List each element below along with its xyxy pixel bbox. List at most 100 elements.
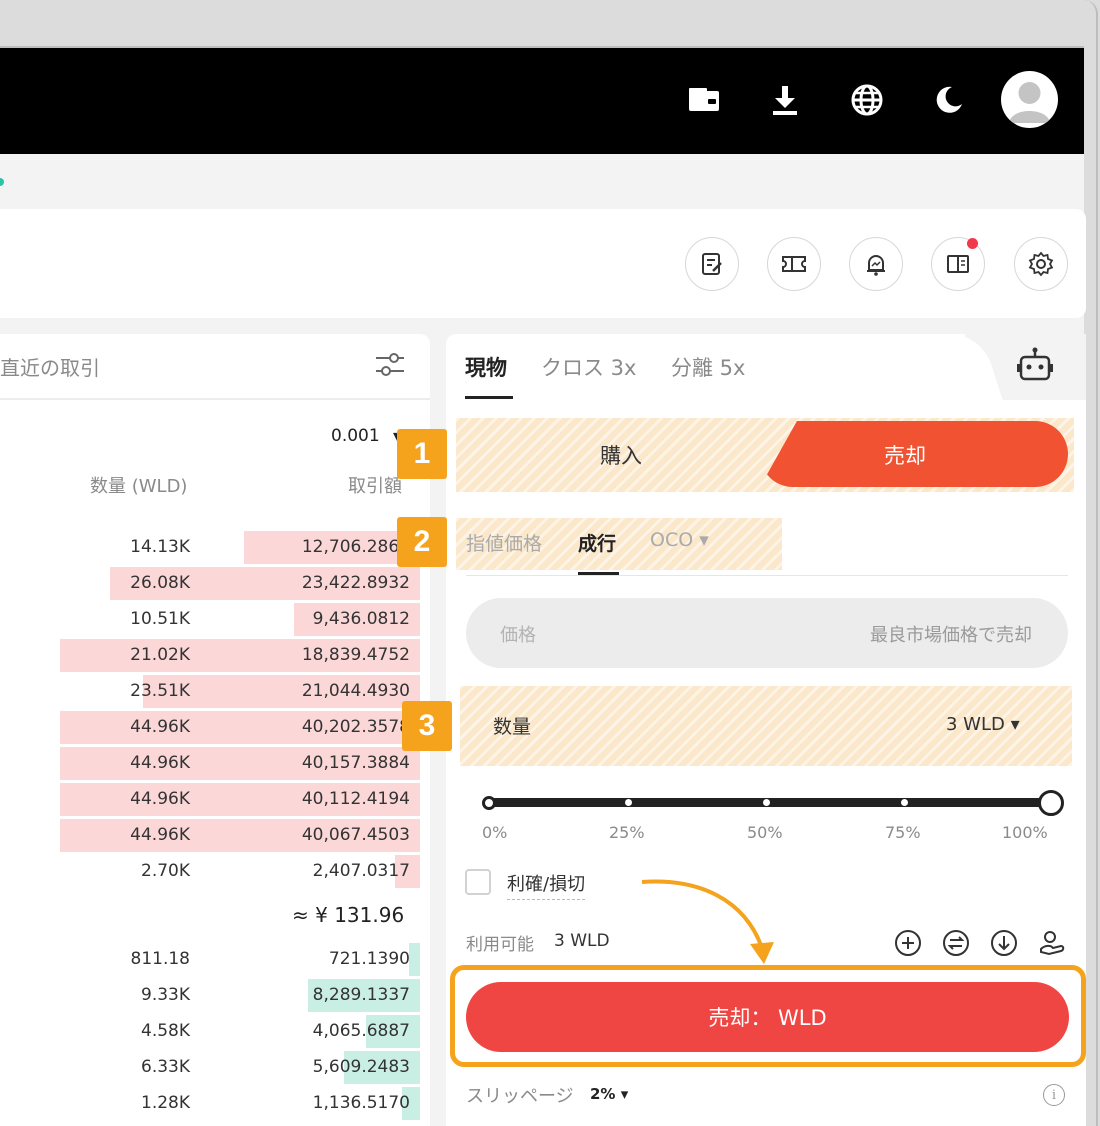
tab-cross[interactable]: クロス 3x	[541, 352, 636, 382]
tab-isolated[interactable]: 分離 5x	[671, 352, 745, 382]
bid-qty: 1.28K	[141, 1093, 190, 1113]
annotation-arrow	[641, 879, 774, 964]
bid-amount: 8,289.1337	[312, 985, 410, 1005]
bid-row[interactable]: 9.33K 8,289.1337	[0, 979, 430, 1013]
order-type-limit[interactable]: 指値価格	[466, 529, 542, 556]
wallet-icon[interactable]	[686, 82, 722, 118]
ask-qty: 21.02K	[130, 645, 190, 665]
price-label: 価格	[500, 625, 536, 646]
deposit-icon[interactable]	[989, 928, 1019, 958]
order-type-oco[interactable]: OCO ▾	[650, 529, 709, 551]
step-badge-2: 2	[397, 517, 447, 567]
percent-label[interactable]: 100%	[1002, 823, 1048, 842]
ask-amount: 2,407.0317	[312, 861, 410, 881]
slider-tick	[625, 799, 632, 806]
bid-qty: 9.33K	[141, 985, 190, 1005]
bid-row[interactable]: 811.18 721.1390	[0, 943, 430, 977]
slippage-select[interactable]: 2% ▾	[590, 1085, 628, 1103]
percent-label[interactable]: 0%	[482, 823, 507, 842]
ask-amount: 18,839.4752	[301, 645, 410, 665]
price-hint: 最良市場価格で売却	[870, 625, 1032, 646]
available-label: 利用可能	[466, 935, 534, 955]
ask-row[interactable]: 2.70K 2,407.0317	[0, 855, 430, 889]
note-icon[interactable]	[685, 237, 739, 291]
buy-tab[interactable]: 購入	[600, 440, 642, 470]
recent-trades-title[interactable]: 直近の取引	[0, 352, 100, 381]
tpsl-checkbox[interactable]	[465, 869, 491, 895]
ask-row[interactable]: 44.96K 40,157.3884	[0, 747, 430, 781]
ask-amount: 40,157.3884	[301, 753, 410, 773]
robot-icon[interactable]	[1015, 346, 1055, 386]
gear-icon[interactable]	[1014, 237, 1068, 291]
ask-qty: 14.13K	[130, 537, 190, 557]
ask-amount: 9,436.0812	[312, 609, 410, 629]
bid-row[interactable]: 4.58K 4,065.6887	[0, 1015, 430, 1049]
moon-icon[interactable]	[930, 82, 966, 118]
bid-amount: 5,609.2483	[312, 1057, 410, 1077]
notification-dot	[967, 238, 978, 249]
filter-icon[interactable]	[372, 350, 408, 380]
tab-spot[interactable]: 現物	[465, 352, 507, 382]
ask-row[interactable]: 44.96K 40,112.4194	[0, 783, 430, 817]
ask-qty: 10.51K	[130, 609, 190, 629]
info-icon[interactable]: i	[1043, 1084, 1065, 1106]
ask-qty: 44.96K	[130, 753, 190, 773]
precision-select[interactable]: 0.001	[331, 426, 380, 446]
slider-handle[interactable]	[1038, 790, 1064, 816]
ask-row[interactable]: 44.96K 40,202.3578	[0, 711, 430, 745]
quantity-unit-select[interactable]: 3 WLD ▾	[946, 714, 1020, 735]
bid-row[interactable]: 6.33K 5,609.2483	[0, 1051, 430, 1085]
bell-icon[interactable]	[849, 237, 903, 291]
percent-label[interactable]: 50%	[747, 823, 783, 842]
bid-amount: 1,136.5170	[312, 1093, 410, 1113]
ask-qty: 44.96K	[130, 717, 190, 737]
column-header-amount: 取引額	[348, 476, 402, 497]
slider-tick	[901, 799, 908, 806]
ask-amount: 40,112.4194	[301, 789, 410, 809]
ask-row[interactable]: 23.51K 21,044.4930	[0, 675, 430, 709]
slippage-label: スリッページ	[466, 1086, 574, 1107]
plus-circle-icon[interactable]	[893, 928, 923, 958]
transfer-icon[interactable]	[941, 928, 971, 958]
divider	[0, 398, 430, 400]
tpsl-label[interactable]: 利確/損切	[507, 870, 586, 900]
toolbar-card	[0, 209, 1086, 318]
convert-icon[interactable]	[1037, 928, 1067, 958]
avatar[interactable]	[1001, 71, 1058, 128]
sell-submit-button[interactable]: 売却： WLD	[466, 982, 1069, 1052]
sell-submit-label: 売却： WLD	[708, 1006, 827, 1030]
ask-qty: 26.08K	[130, 573, 190, 593]
download-icon[interactable]	[767, 82, 803, 118]
ask-amount: 40,067.4503	[301, 825, 410, 845]
percent-label[interactable]: 25%	[609, 823, 645, 842]
divider	[466, 575, 1068, 576]
bid-row[interactable]: 1.28K 1,136.5170	[0, 1087, 430, 1121]
ticket-icon[interactable]	[767, 237, 821, 291]
percent-label[interactable]: 75%	[885, 823, 921, 842]
bid-qty: 811.18	[130, 949, 190, 969]
column-header-qty: 数量 (WLD)	[90, 476, 188, 497]
ask-qty: 2.70K	[141, 861, 190, 881]
slider-start-dot	[482, 796, 496, 810]
ask-qty: 23.51K	[130, 681, 190, 701]
step-badge-3: 3	[402, 701, 452, 751]
quantity-label: 数量	[493, 716, 532, 738]
slider-tick	[763, 799, 770, 806]
ask-row[interactable]: 14.13K 12,706.2862	[0, 531, 430, 565]
step-badge-1: 1	[397, 429, 447, 479]
order-type-market[interactable]: 成行	[578, 529, 616, 556]
ask-amount: 23,422.8932	[301, 573, 410, 593]
ask-row[interactable]: 44.96K 40,067.4503	[0, 819, 430, 853]
sell-tab-label[interactable]: 売却	[884, 440, 926, 470]
ask-amount: 21,044.4930	[301, 681, 410, 701]
ask-amount: 12,706.2862	[301, 537, 410, 557]
ask-qty: 44.96K	[130, 789, 190, 809]
ask-amount: 40,202.3578	[301, 717, 410, 737]
ask-row[interactable]: 26.08K 23,422.8932	[0, 567, 430, 601]
ask-row[interactable]: 10.51K 9,436.0812	[0, 603, 430, 637]
globe-icon[interactable]	[849, 82, 885, 118]
ask-qty: 44.96K	[130, 825, 190, 845]
top-header	[0, 48, 1084, 154]
bid-amount: 4,065.6887	[312, 1021, 410, 1041]
ask-row[interactable]: 21.02K 18,839.4752	[0, 639, 430, 673]
